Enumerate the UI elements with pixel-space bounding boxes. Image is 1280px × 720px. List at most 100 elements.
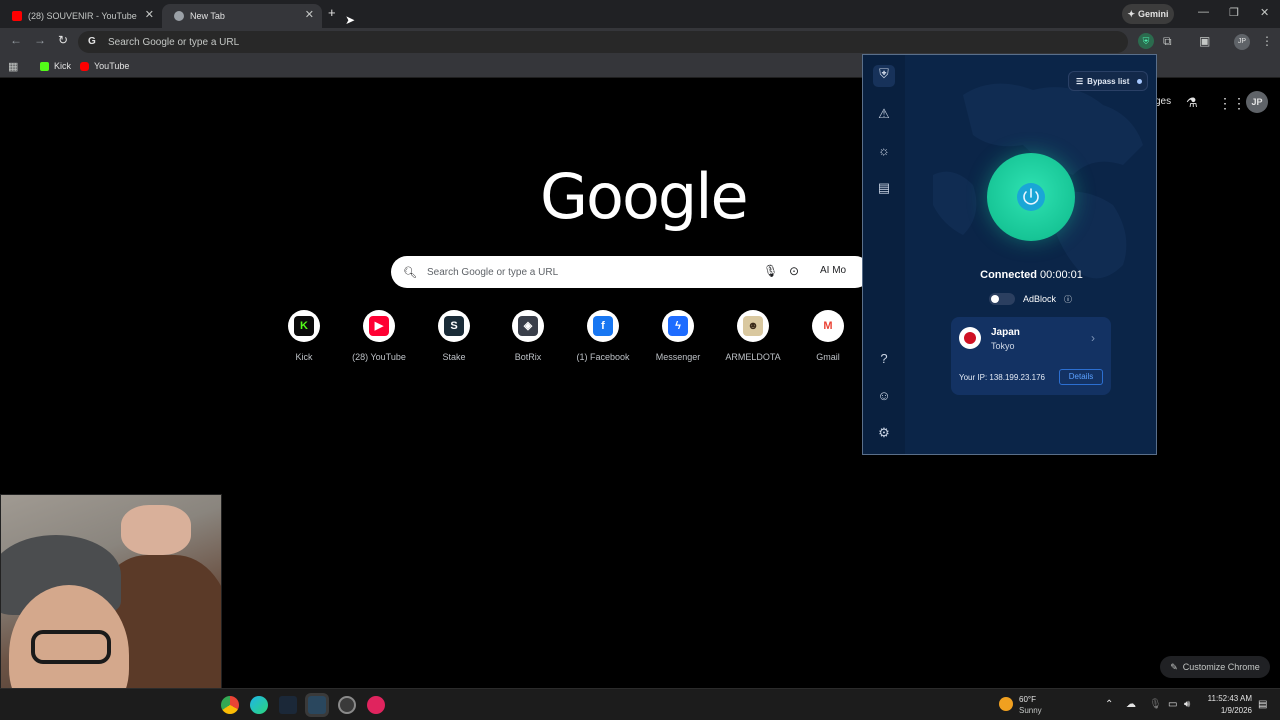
chrome-taskbar-icon[interactable] <box>221 696 239 714</box>
shortcut-icon: ▶ <box>363 310 395 342</box>
connection-status: Connected 00:00:01 <box>905 269 1156 281</box>
vpn-sidebar: ⛨ ⚠ ☼ ▤ ? ☺ ⚙ <box>863 55 905 454</box>
minimize-icon[interactable]: — <box>1198 6 1209 18</box>
shortcut-label: BotRix <box>514 352 542 362</box>
tab-title: New Tab <box>190 11 225 21</box>
server-country: Japan <box>991 327 1020 338</box>
details-button[interactable]: Details <box>1059 369 1103 385</box>
sun-weather-icon[interactable] <box>999 697 1013 711</box>
shortcut-glyph: M <box>818 316 838 336</box>
google-g-icon: G <box>88 36 96 47</box>
shortcut-glyph: ϟ <box>668 316 688 336</box>
youtube-favicon-icon <box>12 11 22 21</box>
adblock-row: AdBlock ⓘ <box>989 293 1072 305</box>
more-menu-icon[interactable]: ⋮ <box>1261 34 1273 48</box>
customize-chrome-button[interactable]: ✎ Customize Chrome <box>1160 656 1270 678</box>
settings-gear-icon[interactable]: ⚙ <box>875 424 893 442</box>
shortcut-tile[interactable]: ☻ ARMELDOTA <box>716 310 790 362</box>
shortcut-tile[interactable]: ◈ BotRix <box>491 310 565 362</box>
tab-close-icon[interactable]: ✕ <box>145 8 154 21</box>
bookmark-youtube[interactable]: YouTube <box>80 61 129 71</box>
weather-temperature: 60°F <box>1019 695 1036 704</box>
profile-avatar[interactable]: JP <box>1234 34 1250 50</box>
account-icon[interactable]: ☺ <box>875 387 893 405</box>
google-lens-icon[interactable]: ⊙ <box>789 264 799 278</box>
shortcut-icon: ◈ <box>512 310 544 342</box>
tab-youtube[interactable]: (28) SOUVENIR - YouTube ✕ <box>0 4 162 28</box>
mouse-cursor-icon: ➤ <box>345 13 356 27</box>
bypass-list-button[interactable]: ☰ Bypass list <box>1068 71 1148 91</box>
shortcut-icon: ϟ <box>662 310 694 342</box>
address-bar[interactable]: G Search Google or type a URL <box>78 31 1128 53</box>
vpn-extension-icon[interactable]: ⛨ <box>1138 33 1154 49</box>
clock-time[interactable]: 11:52:43 AM <box>1204 694 1252 703</box>
shortcut-tile[interactable]: ▶ (28) YouTube <box>342 310 416 362</box>
media-player-taskbar-icon[interactable] <box>367 696 385 714</box>
server-card[interactable]: Japan Tokyo › Your IP: 138.199.23.176 De… <box>951 317 1111 395</box>
shortcut-label: (1) Facebook <box>576 352 630 362</box>
forward-arrow-icon[interactable]: → <box>34 33 46 47</box>
alarm-siren-icon[interactable]: ⚠ <box>875 105 893 123</box>
app-taskbar-icon[interactable] <box>338 696 356 714</box>
google-logo: Google <box>540 160 749 233</box>
maximize-icon[interactable]: ❐ <box>1229 6 1239 19</box>
youtube-icon <box>80 61 89 71</box>
onedrive-cloud-icon[interactable]: ☁ <box>1126 699 1136 710</box>
ip-address: Your IP: 138.199.23.176 <box>959 373 1045 382</box>
new-tab-button[interactable]: + <box>328 5 336 20</box>
images-link[interactable]: ges <box>1155 96 1171 107</box>
clock-date[interactable]: 1/9/2026 <box>1204 706 1252 715</box>
shortcut-label: Messenger <box>655 352 701 362</box>
shortcut-tile[interactable]: ϟ Messenger <box>641 310 715 362</box>
steam-taskbar-icon[interactable] <box>279 696 297 714</box>
side-panel-icon[interactable]: ▣ <box>1199 34 1210 48</box>
notification-icon[interactable]: ▤ <box>1258 699 1267 710</box>
tab-close-icon[interactable]: ✕ <box>305 8 314 21</box>
labs-flask-icon[interactable]: ⚗ <box>1186 95 1198 111</box>
ai-mode-button[interactable]: AI Mo <box>820 265 846 276</box>
volume-icon[interactable]: 🔊︎ <box>1184 699 1190 710</box>
shortcut-tile[interactable]: K Kick <box>267 310 341 362</box>
shortcut-tile[interactable]: f (1) Facebook <box>566 310 640 362</box>
shortcut-label: Kick <box>295 352 313 362</box>
shortcut-tile[interactable]: M Gmail <box>791 310 865 362</box>
server-city: Tokyo <box>991 341 1015 351</box>
network-icon[interactable]: ▭ <box>1168 699 1177 710</box>
connection-timer: 00:00:01 <box>1040 269 1083 281</box>
tab-title: (28) SOUVENIR - YouTube <box>28 11 137 21</box>
extensions-puzzle-icon[interactable]: ⧉ <box>1163 34 1172 49</box>
steam-active-taskbar-icon[interactable] <box>308 696 326 714</box>
apps-grid-icon[interactable]: ▦ <box>8 60 18 73</box>
status-label: Connected <box>980 269 1037 281</box>
adblock-toggle[interactable] <box>989 293 1015 305</box>
shield-icon[interactable]: ⛨ <box>873 65 895 87</box>
tray-chevron-up-icon[interactable]: ⌃ <box>1105 699 1113 710</box>
list-icon: ☰ <box>1076 76 1084 86</box>
world-map-background <box>933 83 1143 279</box>
ntp-profile-avatar[interactable]: JP <box>1246 91 1268 113</box>
tab-new-tab[interactable]: New Tab ✕ <box>162 4 322 28</box>
gemini-label: Gemini <box>1138 9 1169 19</box>
edge-taskbar-icon[interactable] <box>250 696 268 714</box>
shortcut-label: Gmail <box>816 352 840 362</box>
info-icon[interactable]: ⓘ <box>1064 294 1072 305</box>
news-icon[interactable]: ▤ <box>875 179 893 197</box>
help-icon[interactable]: ? <box>875 350 893 368</box>
bug-icon[interactable]: ☼ <box>875 142 893 160</box>
shortcut-glyph: ☻ <box>743 316 763 336</box>
adblock-label: AdBlock <box>1023 294 1057 304</box>
search-icon: 🔍︎ <box>403 266 417 279</box>
microphone-icon[interactable]: 🎙︎ <box>763 264 778 278</box>
close-window-icon[interactable]: ✕ <box>1260 6 1269 19</box>
back-arrow-icon[interactable]: ← <box>10 33 22 47</box>
gemini-button[interactable]: ✦ Gemini <box>1122 4 1174 24</box>
power-button[interactable] <box>987 153 1075 241</box>
shortcut-tile[interactable]: S Stake <box>417 310 491 362</box>
bookmark-kick[interactable]: Kick <box>40 61 71 71</box>
kick-icon <box>40 61 49 71</box>
bookmark-label: YouTube <box>94 61 130 71</box>
taskbar: 60°F Sunny ⌃ ☁ 🎙︎ ▭ 🔊︎ 11:52:43 AM 1/9/2… <box>0 688 1280 720</box>
microphone-tray-icon[interactable]: 🎙︎ <box>1149 699 1162 710</box>
reload-icon[interactable]: ↻ <box>58 33 68 47</box>
shortcut-glyph: ◈ <box>518 316 538 336</box>
